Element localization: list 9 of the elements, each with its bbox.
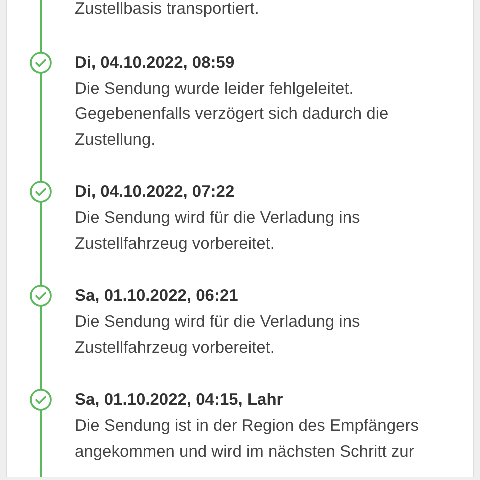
- event-description: Die Sendung wurde leider fehlgeleitet. Gegebenenfalls verzögert sich dadurch die Zustellung.: [75, 78, 389, 150]
- event-description: Die Sendung wird für die Verladung ins Zustellfahrzeug vorbereitet.: [75, 208, 360, 254]
- event-description: Die Sendung wird für die Verladung ins Zustellfahrzeug vorbereitet.: [75, 312, 360, 358]
- event-timestamp: Di, 04.10.2022, 08:59: [75, 52, 235, 74]
- event-timestamp: Di, 04.10.2022, 07:22: [75, 182, 235, 203]
- event-description: Zustellbasis transportiert.: [75, 0, 260, 20]
- event-timestamp: Sa, 01.10.2022, 04:15, Lahr: [75, 390, 284, 411]
- event-timestamp: Sa, 01.10.2022, 06:21: [75, 286, 238, 307]
- event-description: Die Sendung ist in der Region des Empfängers angekommen und wird im nächsten Schritt zur: [75, 416, 419, 462]
